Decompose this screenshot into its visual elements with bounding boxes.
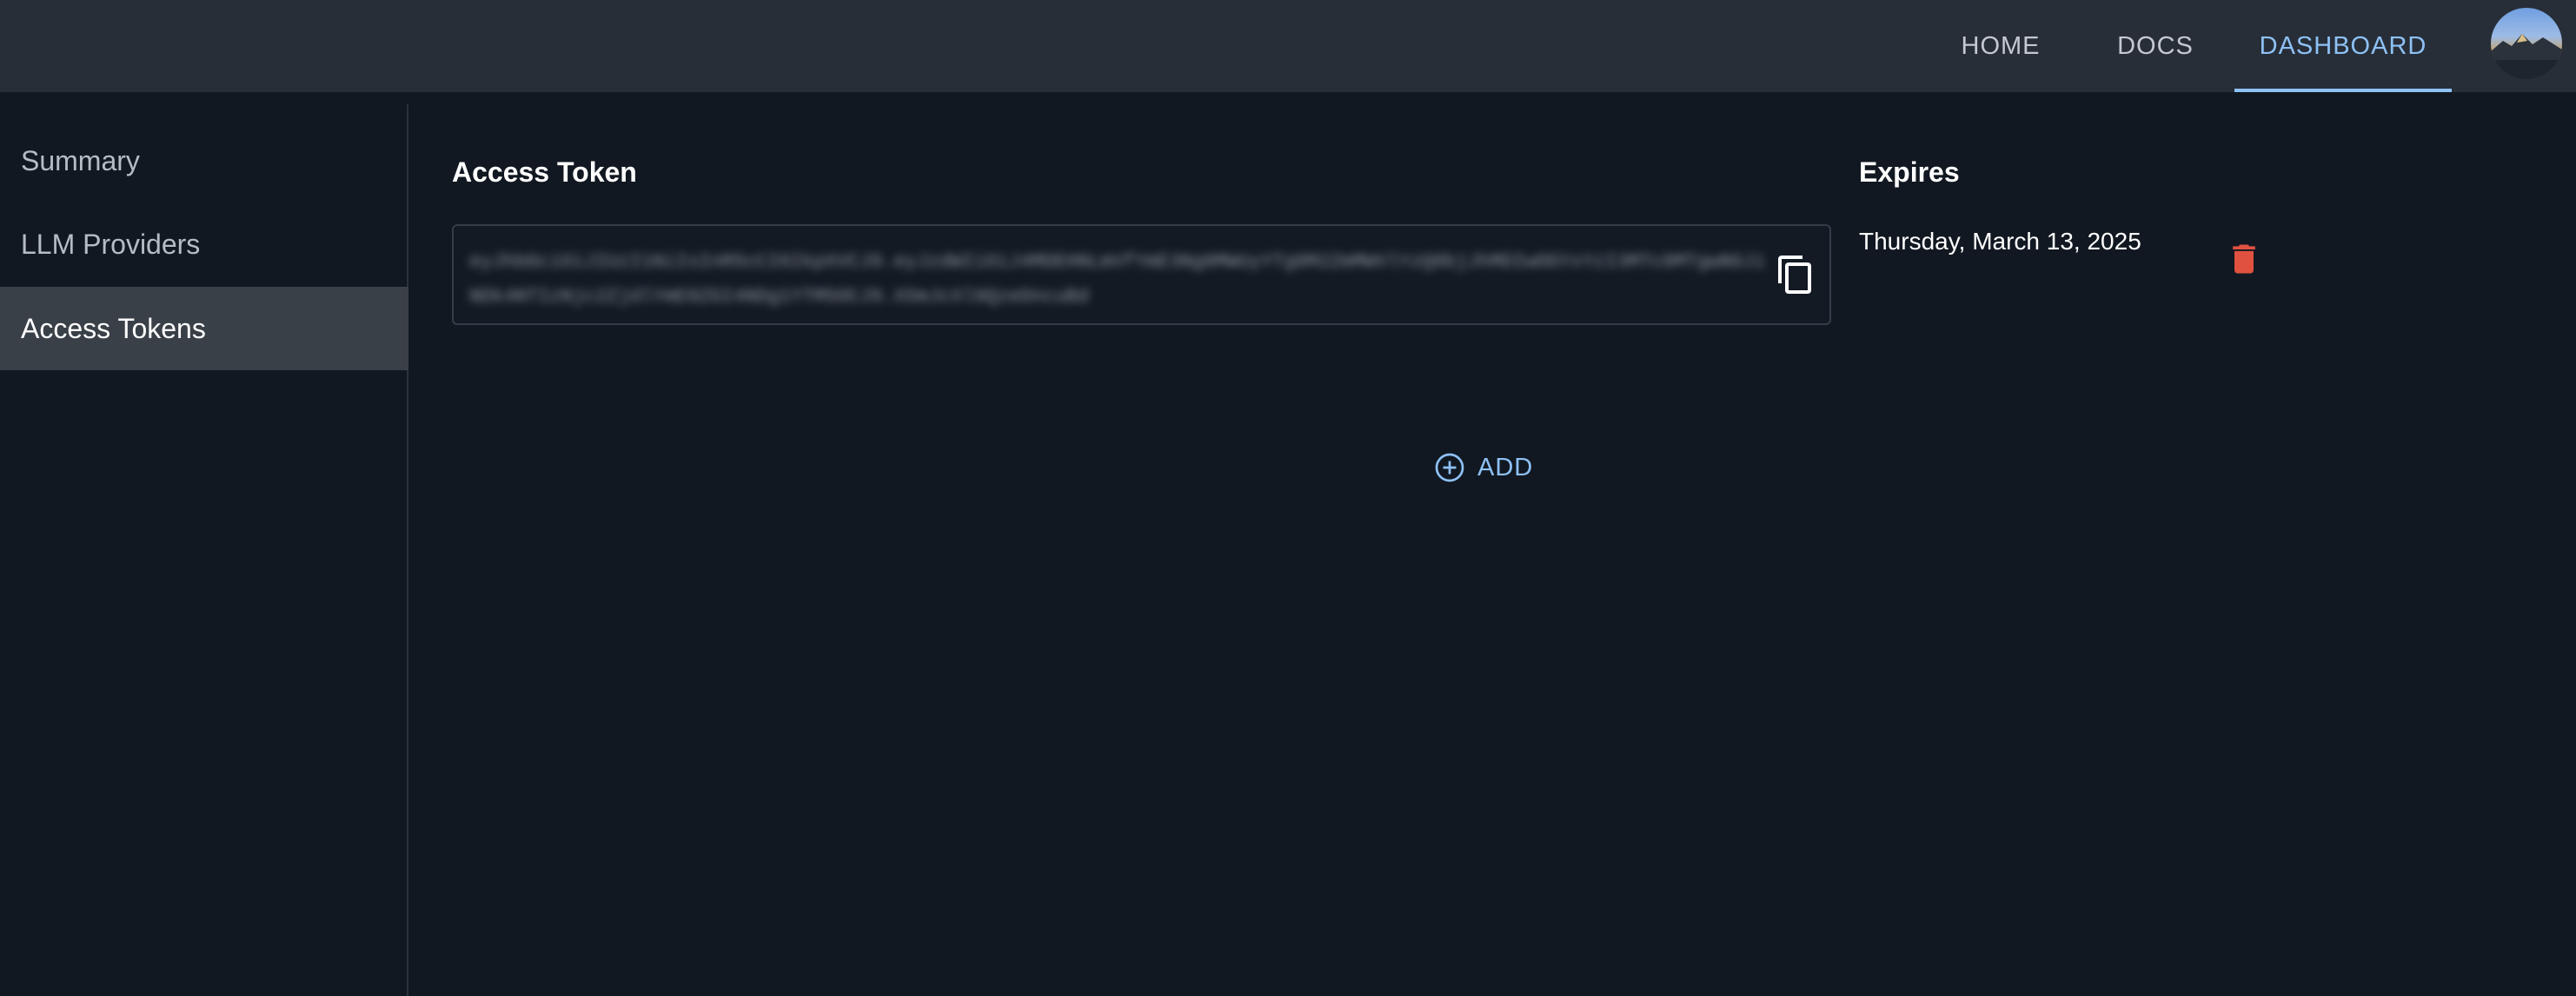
sidebar: Summary LLM Providers Access Tokens (0, 104, 408, 996)
sidebar-item-llm-providers[interactable]: LLM Providers (0, 203, 408, 286)
expires-header: Expires (1859, 156, 1960, 188)
token-value: eyJhbGciOiJIUzI1NiIsInR5cCI6IkpXVCJ9.eyJ… (469, 251, 1766, 308)
add-label: ADD (1477, 453, 1534, 481)
trash-icon (2233, 244, 2255, 274)
delete-token-button[interactable] (2225, 240, 2263, 278)
sidebar-item-summary[interactable]: Summary (0, 119, 408, 203)
token-field[interactable]: eyJhbGciOiJIUzI1NiIsInR5cCI6IkpXVCJ9.eyJ… (452, 224, 1831, 325)
nav-dashboard[interactable]: DASHBOARD (2234, 0, 2452, 92)
copy-icon (1778, 256, 1811, 294)
expires-date: Thursday, March 13, 2025 (1859, 228, 2141, 255)
avatar-image-icon (2491, 34, 2562, 79)
user-avatar[interactable] (2491, 8, 2562, 79)
nav-home[interactable]: HOME (1940, 0, 2061, 92)
sidebar-item-access-tokens[interactable]: Access Tokens (0, 287, 408, 370)
nav-docs[interactable]: DOCS (2095, 0, 2216, 92)
copy-button[interactable] (1775, 254, 1816, 295)
top-bar: HOME DOCS DASHBOARD (0, 0, 2576, 92)
plus-circle-icon (1435, 453, 1464, 482)
add-token-button[interactable]: ADD (1434, 448, 1533, 487)
access-token-header: Access Token (452, 156, 637, 188)
